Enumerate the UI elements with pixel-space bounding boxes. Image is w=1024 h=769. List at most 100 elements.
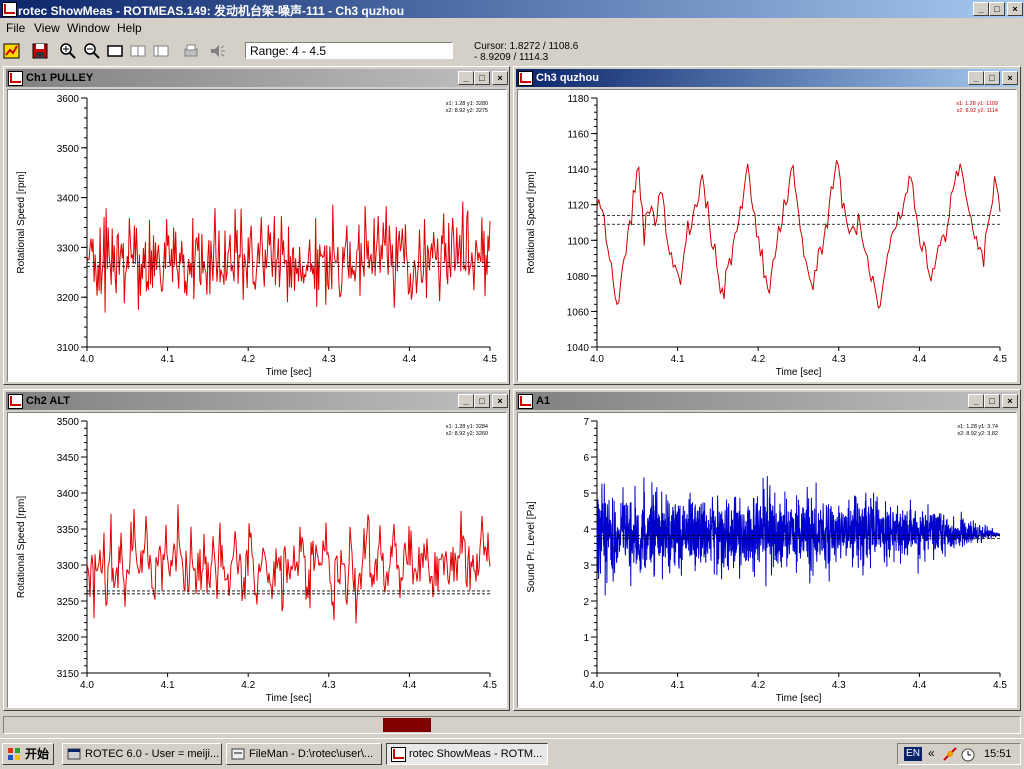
- y-tick-label: 3300: [57, 243, 80, 254]
- panel-maximize-button[interactable]: □: [984, 71, 1000, 85]
- position-scrollbar[interactable]: [3, 716, 1021, 734]
- chart-window-icon: [518, 394, 533, 409]
- y-tick-label: 1140: [567, 165, 589, 176]
- panel-ch3[interactable]: Ch3 quzhou _ □ × 4.0 4.1 4.2 4.3 4.4 4.5 1040 1…: [513, 66, 1021, 385]
- panel-a1-title: A1: [536, 395, 551, 407]
- panel-close-button[interactable]: ×: [492, 394, 508, 408]
- x-tick-label: 4.5: [993, 680, 1007, 691]
- plot-area-a1: 4.0 4.1 4.2 4.3 4.4 4.5 0 1 2 3 4 5 6 7 Time [sec] Soun…: [517, 412, 1017, 708]
- x-tick-label: 4.2: [241, 680, 255, 691]
- panel-minimize-button[interactable]: _: [968, 394, 984, 408]
- cursor-readout-2: - 8.9209 / 1114.3: [474, 52, 549, 63]
- language-indicator[interactable]: EN: [904, 747, 922, 761]
- y-tick-label: 1: [583, 633, 589, 644]
- x-tick-label: 4.4: [912, 680, 926, 691]
- sound-icon[interactable]: [208, 42, 226, 60]
- menu-view[interactable]: View: [34, 21, 60, 35]
- y-tick-label: 0: [583, 669, 589, 680]
- panel-minimize-button[interactable]: _: [968, 71, 984, 85]
- panel-a1-titlebar[interactable]: A1 _ □ ×: [516, 392, 1018, 410]
- x-tick-label: 4.1: [161, 354, 175, 365]
- fileman-app-icon: [231, 748, 245, 760]
- cursor-value-label: x2: 8.92 y2: 3.82: [957, 431, 998, 437]
- y-axis-label: Rotational Speed [rpm]: [16, 496, 27, 599]
- x-axis-label: Time [sec]: [266, 367, 312, 378]
- range-field[interactable]: Range: 4 - 4.5: [245, 42, 453, 59]
- y-tick-label: 3: [583, 561, 589, 572]
- y-tick-label: 1180: [567, 94, 589, 105]
- minimize-button[interactable]: _: [973, 2, 989, 16]
- close-button[interactable]: ×: [1007, 2, 1023, 16]
- save-icon[interactable]: [31, 42, 49, 60]
- position-thumb[interactable]: [383, 718, 431, 732]
- panel-minimize-button[interactable]: _: [458, 394, 474, 408]
- y-tick-label: 5: [583, 489, 589, 500]
- panel-minimize-button[interactable]: _: [458, 71, 474, 85]
- x-tick-label: 4.5: [993, 354, 1007, 365]
- windows-logo-icon: [8, 748, 20, 760]
- print-icon[interactable]: [182, 42, 200, 60]
- y-tick-label: 1080: [567, 272, 590, 283]
- y-tick-label: 3450: [57, 453, 80, 464]
- panel-ch1-title: Ch1 PULLEY: [26, 72, 94, 84]
- tile-vertical-icon[interactable]: [152, 42, 170, 60]
- cursor-value-label: x2: 8.92 y2: 1114: [957, 108, 998, 114]
- panel-ch2-titlebar[interactable]: Ch2 ALT _ □ ×: [6, 392, 508, 410]
- zoom-out-icon[interactable]: [83, 42, 101, 60]
- tile-horizontal-icon[interactable]: [129, 42, 147, 60]
- task-rotec[interactable]: ROTEC 6.0 - User = meiji...: [62, 743, 222, 765]
- panel-maximize-button[interactable]: □: [474, 71, 490, 85]
- maximize-button[interactable]: □: [989, 2, 1005, 16]
- y-tick-label: 3500: [57, 417, 80, 428]
- clock-time: 15:51: [984, 748, 1012, 760]
- y-tick-label: 3200: [57, 293, 80, 304]
- clock-icon[interactable]: [960, 746, 976, 762]
- menu-window[interactable]: Window: [67, 21, 110, 35]
- x-tick-label: 4.2: [241, 354, 255, 365]
- panel-ch1[interactable]: Ch1 PULLEY _ □ × 4.0 4.1 4.2 4.3 4.4 4.5 3100 3…: [3, 66, 510, 385]
- menu-bar: File View Window Help: [0, 18, 1024, 38]
- task-fileman[interactable]: FileMan - D:\rotec\user\...: [226, 743, 382, 765]
- network-icon[interactable]: [942, 746, 958, 762]
- series-line: [86, 201, 491, 313]
- y-tick-label: 1040: [567, 343, 590, 354]
- chart-ch2: 4.0 4.1 4.2 4.3 4.4 4.5 3150 3200 3250 3300 3350 34…: [16, 417, 497, 704]
- y-tick-label: 3600: [57, 94, 80, 105]
- panel-ch2[interactable]: Ch2 ALT _ □ × 4.0 4.1 4.2 4.3 4.4 4.5 3150 3200…: [3, 389, 510, 711]
- cursor-value-label: x1: 1.28 y1: 3.74: [957, 424, 998, 430]
- series-line: [596, 160, 1001, 309]
- taskbar: 开始 ROTEC 6.0 - User = meiji... FileMan -…: [0, 738, 1024, 769]
- cursor-value-label: x2: 8.92 y2: 3275: [446, 108, 488, 114]
- single-window-icon[interactable]: [106, 42, 124, 60]
- panel-ch3-titlebar[interactable]: Ch3 quzhou _ □ ×: [516, 69, 1018, 87]
- panel-ch1-titlebar[interactable]: Ch1 PULLEY _ □ ×: [6, 69, 508, 87]
- panel-maximize-button[interactable]: □: [474, 394, 490, 408]
- menu-help[interactable]: Help: [117, 21, 142, 35]
- panel-close-button[interactable]: ×: [492, 71, 508, 85]
- panel-close-button[interactable]: ×: [1002, 394, 1018, 408]
- tray-expand-icon[interactable]: «: [928, 746, 935, 760]
- panel-ch2-title: Ch2 ALT: [26, 395, 70, 407]
- cursor-value-label: x2: 8.92 y2: 3260: [446, 431, 488, 437]
- y-tick-label: 2: [583, 597, 589, 608]
- start-button[interactable]: 开始: [2, 743, 54, 765]
- zoom-in-icon[interactable]: [59, 42, 77, 60]
- rotec-app-icon: [67, 748, 81, 760]
- chart-window-icon: [8, 394, 23, 409]
- open-chart-icon[interactable]: [3, 42, 21, 60]
- task-showmeas[interactable]: rotec ShowMeas - ROTM...: [386, 743, 548, 765]
- cursor-value-label: x1: 1.28 y1: 1109: [956, 101, 998, 107]
- x-tick-label: 4.4: [402, 354, 416, 365]
- x-tick-label: 4.3: [322, 354, 336, 365]
- menu-file[interactable]: File: [6, 21, 25, 35]
- start-label: 开始: [25, 747, 50, 761]
- panel-a1[interactable]: A1 _ □ × 4.0 4.1 4.2 4.3 4.4 4.5 0 1 2 3 4 5 6 7 Time …: [513, 389, 1021, 711]
- chart-ch1: 4.0 4.1 4.2 4.3 4.4 4.5 3100 3200 3300 3400 3500 36…: [16, 94, 497, 378]
- panel-maximize-button[interactable]: □: [984, 394, 1000, 408]
- plot-area-ch2: 4.0 4.1 4.2 4.3 4.4 4.5 3150 3200 3250 3300 3350 34…: [7, 412, 507, 708]
- y-tick-label: 3400: [57, 194, 80, 205]
- window-titlebar: rotec ShowMeas - ROTMEAS.149: 发动机台架-噪声-1…: [0, 0, 1024, 18]
- x-axis-label: Time [sec]: [776, 367, 822, 378]
- x-tick-label: 4.1: [161, 680, 175, 691]
- panel-close-button[interactable]: ×: [1002, 71, 1018, 85]
